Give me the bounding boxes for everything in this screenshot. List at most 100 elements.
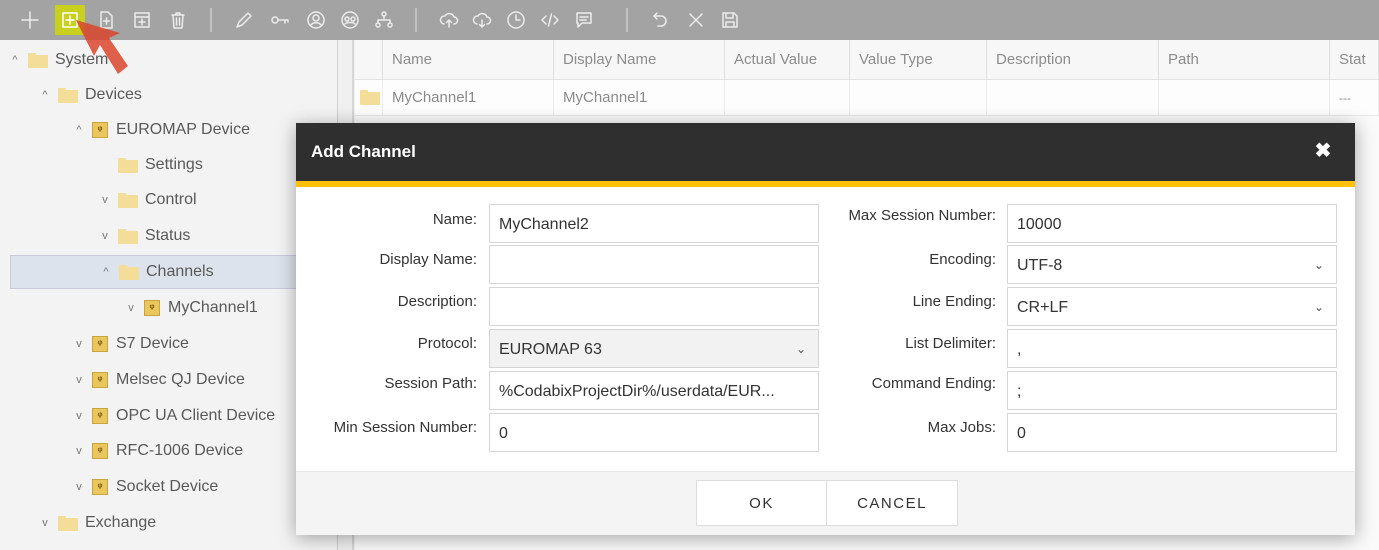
dialog-header: Add Channel ✖ [296,123,1355,181]
pencil-icon[interactable] [232,8,256,32]
dialog-form: Name: MyChannel2 Display Name: Descripti… [296,187,1355,471]
tree-item-label: OPC UA Client Device [116,407,276,424]
tree-item-socket-device[interactable]: v ᵠ Socket Device [72,470,218,504]
max-session-number-input[interactable]: 10000 [1007,204,1337,243]
chevron-down-icon[interactable]: v [72,445,86,457]
session-path-input[interactable]: %CodabixProjectDir%/userdata/EUR... [489,371,819,410]
tree-item-label: Control [145,191,197,208]
group-icon[interactable] [338,8,362,32]
cell-value-type [850,80,987,116]
cell-path [1159,80,1330,116]
tree-item-channels[interactable]: ^ Channels [10,255,336,289]
list-delimiter-label: List Delimiter: [905,335,996,352]
cell-status: --- [1330,80,1379,116]
chevron-down-icon[interactable]: v [72,410,86,422]
tree-item-label: Exchange [85,514,157,531]
undo-icon[interactable] [648,8,672,32]
device-icon: ᵠ [92,336,108,352]
code-icon[interactable] [538,8,562,32]
encoding-label: Encoding: [929,251,996,268]
table-header: Name Display Name Actual Value Value Typ… [355,40,1379,80]
save-icon[interactable] [718,8,742,32]
hierarchy-icon[interactable] [372,8,396,32]
tree-item-label: Devices [85,86,142,103]
chevron-up-icon[interactable]: ^ [38,89,52,101]
description-input[interactable] [489,287,819,326]
column-header-description[interactable]: Description [987,40,1159,80]
row-icon [355,80,383,116]
name-input[interactable]: MyChannel2 [489,204,819,243]
chevron-down-icon: ⌄ [1313,300,1324,314]
tree-item-label: EUROMAP Device [116,121,250,138]
plus-icon[interactable] [18,8,42,32]
line-ending-label: Line Ending: [912,293,996,310]
chevron-down-icon[interactable]: v [98,230,112,242]
table-row[interactable]: MyChannel1 MyChannel1 --- [355,80,1379,116]
chevron-down-icon[interactable]: v [72,338,86,350]
ok-button[interactable]: OK [696,480,827,526]
column-header-display-name[interactable]: Display Name [554,40,725,80]
encoding-select[interactable]: UTF-8 ⌄ [1007,245,1337,284]
tree-item-settings[interactable]: Settings [98,148,203,182]
device-icon: ᵠ [92,443,108,459]
folder-icon [360,90,380,105]
chevron-up-icon[interactable]: ^ [72,124,86,136]
chevron-down-icon[interactable]: v [72,374,86,386]
clock-icon[interactable] [504,8,528,32]
min-session-number-input[interactable]: 0 [489,413,819,452]
protocol-select[interactable]: EUROMAP 63 ⌄ [489,329,819,368]
max-session-number-label: Max Session Number: [848,207,996,224]
close-icon[interactable] [684,8,708,32]
tree-item-exchange[interactable]: v Exchange [38,506,156,540]
folder-icon [118,228,138,244]
cancel-button[interactable]: CANCEL [826,480,958,526]
key-icon[interactable] [268,8,292,32]
tree-item-status[interactable]: v Status [98,219,190,253]
add-channel-dialog: Add Channel ✖ Name: MyChannel2 Display N… [296,123,1355,535]
column-header-value-type[interactable]: Value Type [850,40,987,80]
tree-item-devices[interactable]: ^ Devices [38,78,142,112]
description-label: Description: [397,293,477,310]
cloud-download-icon[interactable] [470,8,494,32]
tree-item-rfc-1006-device[interactable]: v ᵠ RFC-1006 Device [72,434,243,468]
column-header-path[interactable]: Path [1159,40,1330,80]
list-delimiter-input[interactable]: , [1007,329,1337,368]
chevron-down-icon[interactable]: v [38,517,52,529]
folder-icon [118,192,138,208]
chevron-down-icon[interactable]: v [72,481,86,493]
folder-icon [119,264,139,280]
tree-item-mychannel1[interactable]: v ᵠ MyChannel1 [124,291,258,325]
toolbar-separator [626,8,628,32]
tree-item-label: MyChannel1 [168,299,258,316]
chevron-up-icon[interactable]: ^ [99,266,113,278]
display-name-input[interactable] [489,245,819,284]
tree-item-s7-device[interactable]: v ᵠ S7 Device [72,327,189,361]
max-jobs-input[interactable]: 0 [1007,413,1337,452]
line-ending-select[interactable]: CR+LF ⌄ [1007,287,1337,326]
folder-icon [28,52,48,68]
chevron-down-icon[interactable]: v [124,302,138,314]
cell-description [987,80,1159,116]
session-path-label: Session Path: [384,375,477,392]
close-icon[interactable]: ✖ [1313,141,1333,161]
user-circle-icon[interactable] [304,8,328,32]
column-header-name[interactable]: Name [383,40,554,80]
column-header-actual-value[interactable]: Actual Value [725,40,850,80]
command-ending-input[interactable]: ; [1007,371,1337,410]
encoding-value: UTF-8 [1017,257,1063,274]
comment-icon[interactable] [572,8,596,32]
folder-icon [58,515,78,531]
column-header-status[interactable]: Stat [1330,40,1379,80]
chevron-down-icon[interactable]: v [98,194,112,206]
tree-item-opc-ua-client-device[interactable]: v ᵠ OPC UA Client Device [72,399,275,433]
line-ending-value: CR+LF [1017,299,1069,316]
tree-item-euromap-device[interactable]: ^ ᵠ EUROMAP Device [72,113,250,147]
tree-item-label: Settings [145,156,203,173]
tree-item-control[interactable]: v Control [98,183,197,217]
trash-icon[interactable] [166,8,190,32]
tree-item-melsec-qj-device[interactable]: v ᵠ Melsec QJ Device [72,363,245,397]
chevron-up-icon[interactable]: ^ [8,54,22,66]
cell-name: MyChannel1 [383,80,554,116]
cloud-upload-icon[interactable] [437,8,461,32]
add-item-icon[interactable] [130,8,154,32]
